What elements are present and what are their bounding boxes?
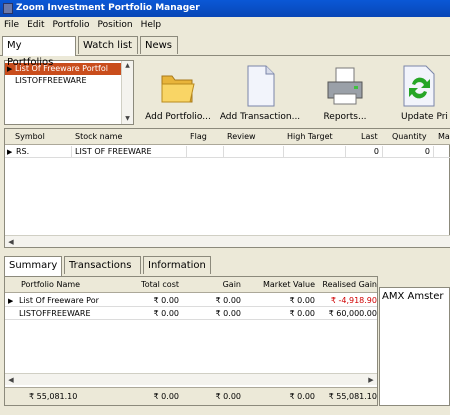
total-market-value: ₹ 0.00	[289, 392, 315, 401]
cell-market-value: ₹ 0.00	[289, 309, 315, 318]
col-gain[interactable]: Gain	[185, 277, 241, 293]
scroll-down-icon[interactable]: ▼	[122, 114, 133, 124]
tab-watch-list[interactable]: Watch list	[78, 36, 138, 54]
total-gain: ₹ 0.00	[215, 392, 241, 401]
tab-my-portfolios[interactable]: My Portfolios	[2, 36, 76, 68]
list-scrollbar[interactable]: ▲ ▼	[121, 61, 133, 124]
ticker-text: AMX Amster	[382, 291, 444, 302]
tab-summary[interactable]: Summary	[4, 256, 62, 276]
col-last[interactable]: Last	[361, 129, 378, 145]
folder-icon	[161, 75, 195, 103]
cell-symbol: RS.	[16, 147, 30, 156]
col-realised-gain[interactable]: Realised Gain	[317, 277, 377, 293]
row-pointer-icon: ▶	[7, 148, 13, 156]
menu-file[interactable]: File	[0, 17, 23, 33]
cell-quantity: 0	[424, 147, 430, 156]
positions-grid: Symbol Stock name Flag Review High Targe…	[4, 128, 450, 248]
refresh-icon	[403, 65, 434, 107]
table-row[interactable]: ▶ List Of Freeware Por ₹ 0.00 ₹ 0.00 ₹ 0…	[5, 295, 377, 307]
col-market[interactable]: Ma	[438, 129, 450, 145]
tab-information[interactable]: Information	[143, 256, 211, 274]
summary-scrollbar[interactable]: ◀ ▶	[5, 373, 377, 385]
table-row[interactable]: ▶ RS. LIST OF FREEWARE 0 0	[5, 146, 450, 158]
scroll-right-icon[interactable]: ▶	[365, 374, 377, 386]
summary-grid: Portfolio Name Total cost Gain Market Va…	[4, 276, 378, 406]
title-bar: Zoom Investment Portfolio Manager	[0, 0, 450, 17]
portfolio-name: LISTOFFREEWARE	[15, 76, 87, 85]
total-realised-gain: ₹ 55,081.10	[328, 392, 377, 401]
ticker-panel: AMX Amster	[379, 287, 450, 406]
scroll-up-icon[interactable]: ▲	[122, 61, 133, 71]
col-high-target[interactable]: High Target	[287, 129, 333, 145]
menu-position[interactable]: Position	[94, 17, 137, 33]
cell-total-cost: ₹ 0.00	[153, 309, 179, 318]
positions-scrollbar[interactable]: ◀	[5, 235, 450, 247]
scroll-left-icon[interactable]: ◀	[5, 236, 17, 248]
cell-realised-gain: ₹ -4,918.90	[330, 296, 377, 305]
tab-transactions[interactable]: Transactions	[64, 256, 141, 274]
update-prices-label: Update Pri	[401, 112, 448, 122]
col-stock-name[interactable]: Stock name	[75, 129, 122, 145]
menu-help[interactable]: Help	[137, 17, 166, 33]
add-portfolio-button[interactable]: Add Portfolio...	[141, 60, 215, 124]
total-cost: ₹ 0.00	[153, 392, 179, 401]
printer-icon	[327, 67, 363, 105]
cell-gain: ₹ 0.00	[215, 309, 241, 318]
document-icon	[247, 65, 275, 107]
cell-portfolio-name: LISTOFFREEWARE	[19, 309, 91, 318]
col-review[interactable]: Review	[227, 129, 256, 145]
cell-total-cost: ₹ 0.00	[153, 296, 179, 305]
scroll-left-icon[interactable]: ◀	[5, 374, 17, 386]
cell-last: 0	[373, 147, 379, 156]
row-pointer-icon: ▶	[8, 297, 14, 305]
col-portfolio-name[interactable]: Portfolio Name	[21, 277, 80, 293]
col-market-value[interactable]: Market Value	[245, 277, 315, 293]
cell-stock-name: LIST OF FREEWARE	[75, 147, 152, 156]
lower-tabs: Summary Transactions Information	[4, 256, 444, 276]
col-symbol[interactable]: Symbol	[15, 129, 45, 145]
app-icon	[3, 3, 13, 14]
summary-totals-row: ₹ 55,081.10 ₹ 0.00 ₹ 0.00 ₹ 0.00 ₹ 55,08…	[5, 387, 377, 405]
cell-gain: ₹ 0.00	[215, 296, 241, 305]
main-tabs: My Portfolios Watch list News	[2, 36, 450, 68]
menu-portfolio[interactable]: Portfolio	[49, 17, 94, 33]
tab-news[interactable]: News	[140, 36, 178, 54]
reports-button[interactable]: Reports...	[309, 60, 381, 124]
positions-header: Symbol Stock name Flag Review High Targe…	[5, 129, 450, 145]
add-transaction-label: Add Transaction...	[219, 112, 301, 122]
table-row[interactable]: LISTOFFREEWARE ₹ 0.00 ₹ 0.00 ₹ 0.00 ₹ 60…	[5, 308, 377, 320]
menu-bar: File Edit Portfolio Position Help	[0, 17, 450, 33]
update-prices-button[interactable]: Update Pri	[389, 60, 450, 124]
summary-header: Portfolio Name Total cost Gain Market Va…	[5, 277, 377, 293]
portfolio-list-item[interactable]: LISTOFFREEWARE	[5, 75, 133, 87]
cell-portfolio-name: List Of Freeware Por	[19, 296, 99, 305]
window-title: Zoom Investment Portfolio Manager	[16, 3, 200, 13]
reports-label: Reports...	[323, 112, 367, 122]
col-flag[interactable]: Flag	[190, 129, 207, 145]
cell-realised-gain: ₹ 60,000.00	[328, 309, 377, 318]
cell-market-value: ₹ 0.00	[289, 296, 315, 305]
menu-edit[interactable]: Edit	[23, 17, 48, 33]
total-portfolio: ₹ 55,081.10	[29, 392, 78, 401]
add-portfolio-label: Add Portfolio...	[145, 112, 211, 122]
add-transaction-button[interactable]: Add Transaction...	[219, 60, 301, 124]
col-total-cost[interactable]: Total cost	[137, 277, 179, 293]
col-quantity[interactable]: Quantity	[392, 129, 427, 145]
